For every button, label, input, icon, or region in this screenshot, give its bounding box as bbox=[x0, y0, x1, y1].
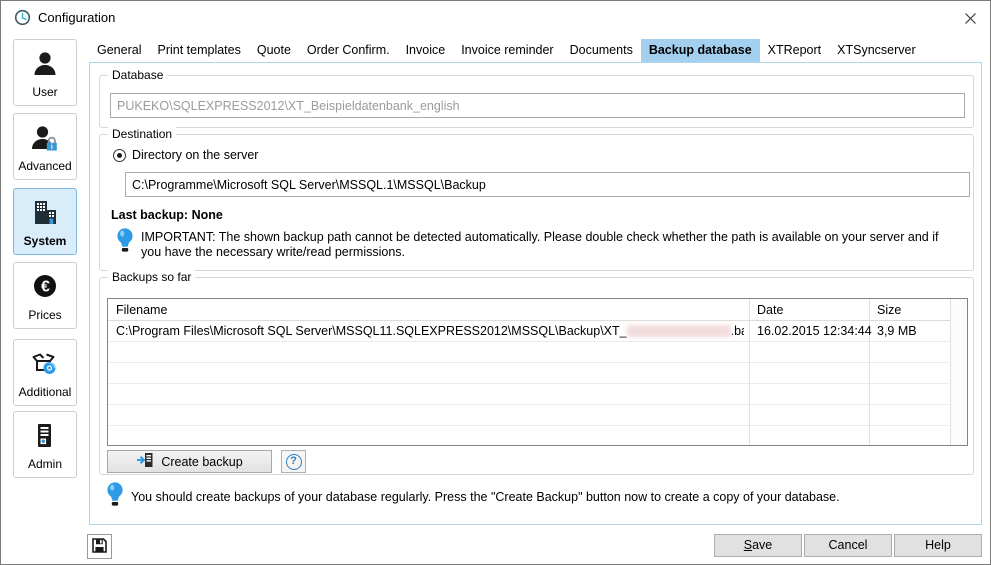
table-row[interactable]: C:\Program Files\Microsoft SQL Server\MS… bbox=[108, 321, 967, 342]
backup-date: 16.02.2015 12:34:44 bbox=[757, 321, 872, 341]
tab-xtsyncserver[interactable]: XTSyncserver bbox=[829, 39, 924, 62]
tab-print-templates[interactable]: Print templates bbox=[149, 39, 248, 62]
lightbulb-icon bbox=[106, 482, 124, 510]
backups-table: Filename Date Size C:\Program Files\Micr… bbox=[107, 298, 968, 446]
directory-on-server-radio[interactable]: Directory on the server bbox=[113, 148, 258, 162]
table-scrollbar[interactable] bbox=[950, 299, 967, 445]
last-backup-status: Last backup: None bbox=[111, 208, 223, 222]
backups-group: Backups so far Filename Date Size C:\Pro… bbox=[99, 277, 974, 475]
help-button[interactable]: Help bbox=[894, 534, 982, 557]
box-disc-icon bbox=[30, 349, 60, 382]
sidebar-item-system[interactable]: System bbox=[13, 188, 77, 255]
tab-backup-database[interactable]: Backup database bbox=[641, 39, 760, 62]
floppy-disk-icon bbox=[91, 537, 108, 557]
svg-text:€: € bbox=[41, 279, 50, 296]
important-note: IMPORTANT: The shown backup path cannot … bbox=[141, 230, 953, 259]
sidebar-label: Additional bbox=[19, 385, 72, 399]
configuration-window: Configuration User i Advanced bbox=[0, 0, 991, 565]
radio-selected-icon[interactable] bbox=[113, 149, 126, 162]
svg-text:i: i bbox=[51, 144, 53, 151]
table-header-row: Filename Date Size bbox=[108, 299, 967, 321]
backup-tip-text: You should create backups of your databa… bbox=[131, 490, 966, 505]
backup-database-panel: Database Destination Directory on the se… bbox=[89, 62, 982, 525]
question-mark-icon: ? bbox=[286, 454, 302, 470]
sidebar-label: User bbox=[32, 85, 57, 99]
tab-documents[interactable]: Documents bbox=[562, 39, 641, 62]
tab-order-confirm[interactable]: Order Confirm. bbox=[299, 39, 398, 62]
user-lock-icon: i bbox=[30, 123, 60, 156]
tab-invoice[interactable]: Invoice bbox=[398, 39, 454, 62]
column-header-filename[interactable]: Filename bbox=[116, 303, 167, 317]
tab-invoice-reminder[interactable]: Invoice reminder bbox=[453, 39, 561, 62]
sidebar-label: Admin bbox=[28, 457, 62, 471]
database-connection-field[interactable] bbox=[110, 93, 965, 118]
sidebar-item-user[interactable]: User bbox=[13, 39, 77, 106]
empty-row bbox=[108, 405, 949, 426]
close-icon[interactable] bbox=[960, 9, 980, 27]
backup-help-button[interactable]: ? bbox=[281, 450, 306, 473]
empty-row bbox=[108, 363, 949, 384]
tab-xtreport[interactable]: XTReport bbox=[760, 39, 830, 62]
tab-bar: General Print templates Quote Order Conf… bbox=[89, 39, 924, 62]
radio-label: Directory on the server bbox=[132, 148, 258, 162]
column-header-date[interactable]: Date bbox=[757, 303, 783, 317]
clock-app-icon bbox=[14, 9, 31, 29]
euro-icon: € bbox=[30, 272, 60, 305]
sidebar-label: Advanced bbox=[18, 159, 71, 173]
tab-quote[interactable]: Quote bbox=[249, 39, 299, 62]
database-group-label: Database bbox=[108, 68, 167, 82]
empty-row bbox=[108, 342, 949, 363]
title-bar: Configuration bbox=[1, 1, 990, 33]
building-icon bbox=[30, 198, 60, 231]
backup-size: 3,9 MB bbox=[877, 321, 917, 341]
backups-group-label: Backups so far bbox=[108, 270, 195, 284]
empty-row bbox=[108, 384, 949, 405]
backup-path-field[interactable] bbox=[125, 172, 970, 197]
lightbulb-icon bbox=[116, 228, 134, 256]
tab-general[interactable]: General bbox=[89, 39, 149, 62]
sidebar-item-prices[interactable]: € Prices bbox=[13, 262, 77, 329]
window-title: Configuration bbox=[38, 10, 115, 25]
column-header-size[interactable]: Size bbox=[877, 303, 901, 317]
redacted-filename-segment bbox=[627, 325, 731, 337]
sidebar-item-advanced[interactable]: i Advanced bbox=[13, 113, 77, 180]
create-backup-button[interactable]: Create backup bbox=[107, 450, 272, 473]
database-group: Database bbox=[99, 75, 974, 128]
save-button[interactable]: Save bbox=[714, 534, 802, 557]
cancel-button[interactable]: Cancel bbox=[804, 534, 892, 557]
destination-group-label: Destination bbox=[108, 127, 176, 141]
create-backup-label: Create backup bbox=[161, 455, 242, 469]
sidebar-label: Prices bbox=[28, 308, 61, 322]
sidebar-item-additional[interactable]: Additional bbox=[13, 339, 77, 406]
empty-row bbox=[108, 426, 949, 446]
sidebar-item-admin[interactable]: Admin bbox=[13, 411, 77, 478]
user-icon bbox=[30, 49, 60, 82]
sidebar-label: System bbox=[24, 234, 67, 248]
server-tower-icon bbox=[30, 421, 60, 454]
backup-arrow-icon bbox=[136, 451, 154, 472]
quick-save-button[interactable] bbox=[87, 534, 112, 559]
backup-filename: C:\Program Files\Microsoft SQL Server\MS… bbox=[116, 321, 744, 341]
destination-group: Destination Directory on the server Last… bbox=[99, 134, 974, 271]
